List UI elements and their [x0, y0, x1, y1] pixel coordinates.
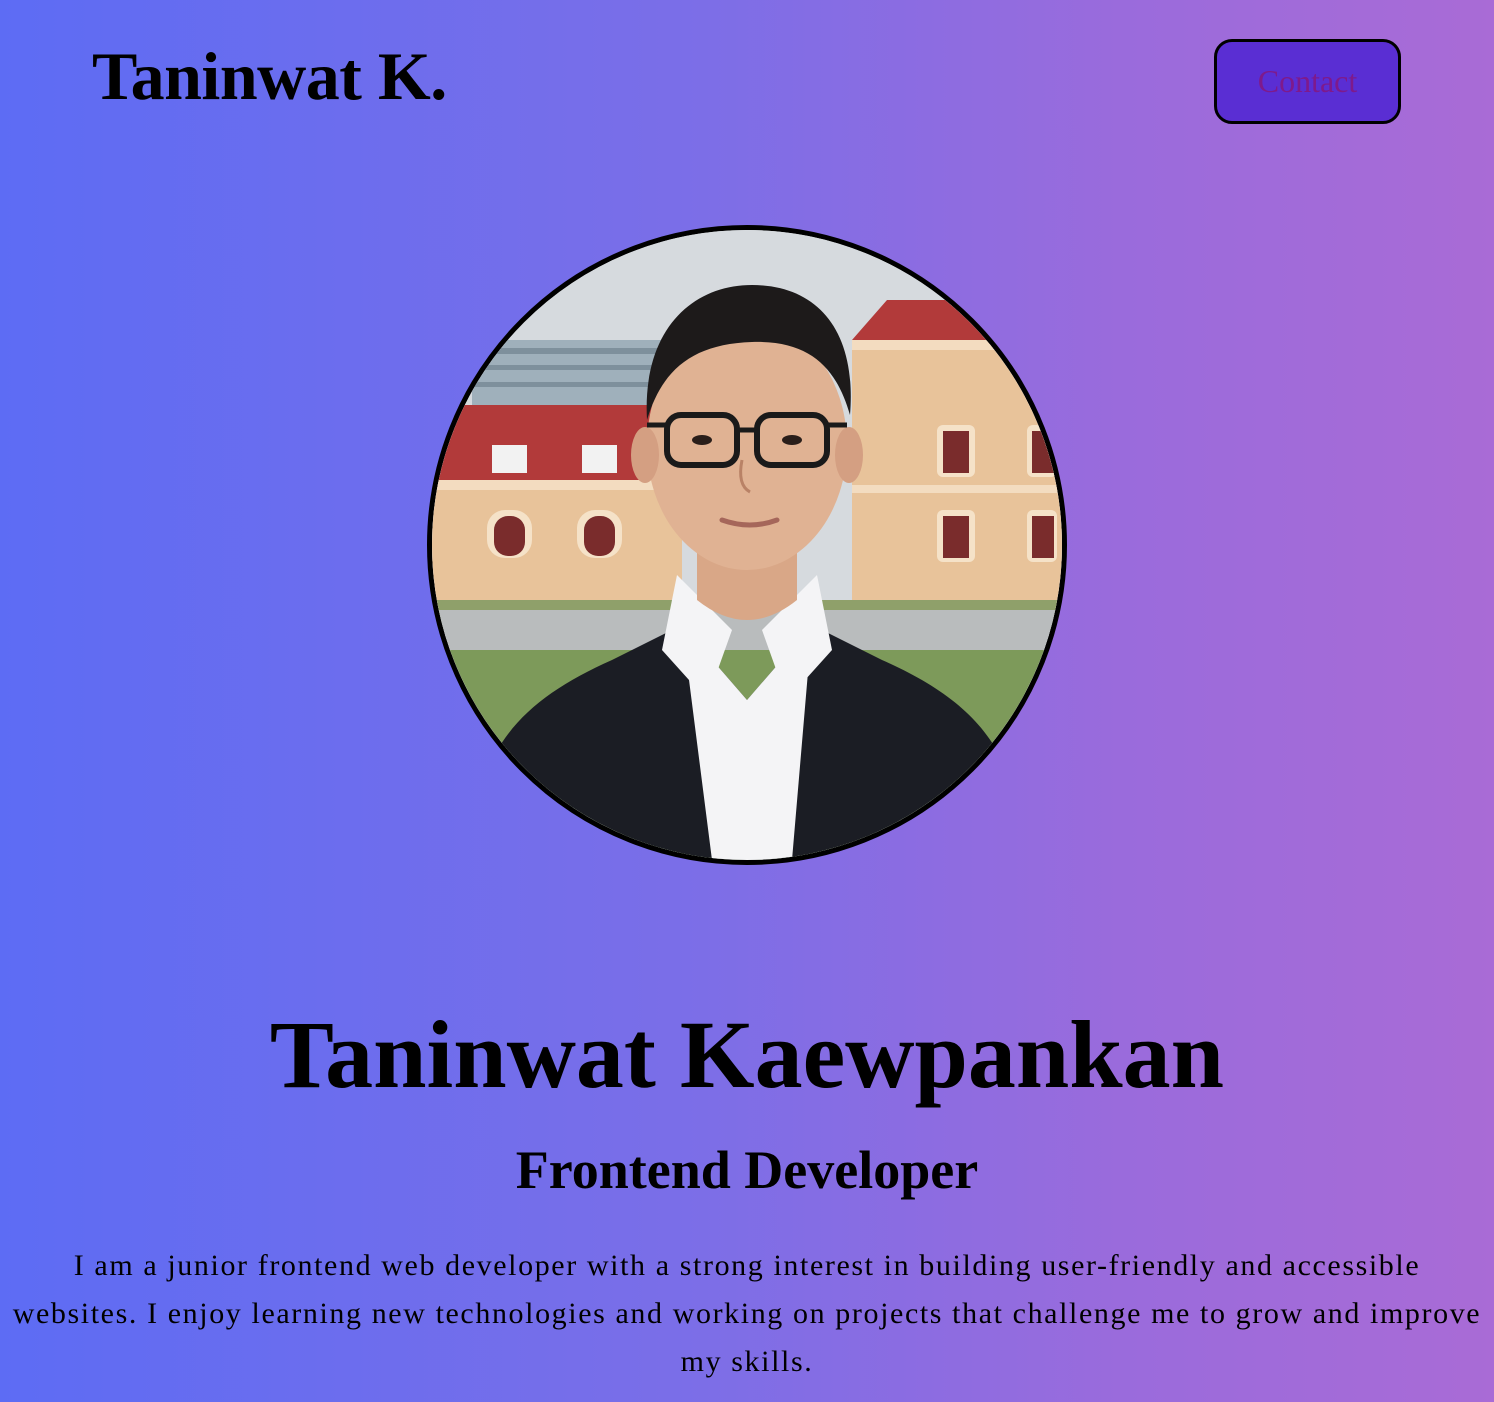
profile-bio: I am a junior frontend web developer wit… [12, 1249, 1482, 1378]
contact-button[interactable]: Contact [1214, 39, 1401, 124]
site-header: Taninwat K. Contact [0, 0, 1494, 160]
profile-role: Frontend Developer [515, 1140, 979, 1200]
profile-photo [427, 225, 1067, 865]
profile-name: Taninwat Kaewpankan [269, 1001, 1225, 1108]
brand-logo-text[interactable]: Taninwat K. [92, 36, 447, 116]
profile-photo-illustration [432, 230, 1062, 860]
